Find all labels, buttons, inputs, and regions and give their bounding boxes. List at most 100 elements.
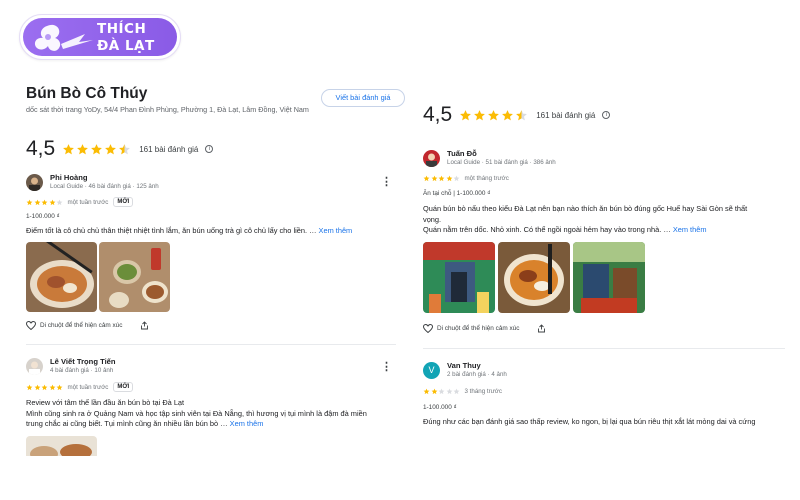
review-stars	[26, 199, 64, 206]
review-actions: Di chuột để thể hiện cảm xúc	[26, 321, 149, 330]
review-stars	[423, 175, 461, 182]
star-icon	[474, 109, 486, 120]
see-more-link[interactable]: Xem thêm	[230, 419, 264, 428]
share-icon[interactable]	[537, 324, 546, 333]
logo-line1: THÍCH	[97, 21, 147, 37]
star-icon	[460, 109, 472, 120]
price-range: 1-100.000 ₫	[423, 404, 457, 411]
rating-value: 4,5	[423, 103, 453, 126]
reviewer-name[interactable]: Van Thuy	[447, 361, 481, 370]
review-actions: Di chuột để thể hiện cảm xúc	[423, 324, 546, 333]
star-icon	[26, 199, 33, 205]
react-hint: Di chuột để thể hiện cảm xúc	[437, 325, 520, 332]
review-text-line: Review với tâm thế lần đầu ăn bún bò tại…	[26, 398, 185, 407]
avatar[interactable]	[26, 174, 43, 191]
review-count-link[interactable]: 161 bài đánh giá	[536, 111, 595, 120]
new-badge: MỚI	[113, 197, 134, 207]
heart-icon[interactable]	[26, 321, 36, 330]
rating-stars	[459, 109, 529, 122]
star-icon	[516, 109, 528, 120]
review-text-line: Mình cũng sinh ra ở Quảng Nam và học tập…	[26, 408, 367, 418]
star-icon	[446, 175, 452, 182]
review-text-body: Điểm tốt là cô chủ chủ thân thiệt nhiệt …	[26, 226, 317, 235]
reviewer-name[interactable]: Lê Viết Trọng Tiến	[50, 357, 116, 366]
star-icon	[63, 143, 75, 154]
review-photo[interactable]	[573, 242, 645, 313]
more-options-icon[interactable]: ⋮	[381, 362, 392, 373]
review-count-link[interactable]: 161 bài đánh giá	[139, 145, 198, 154]
review-stars	[423, 388, 461, 395]
avatar[interactable]	[26, 358, 43, 375]
reviewer-name[interactable]: Phi Hoàng	[50, 173, 88, 182]
heart-icon[interactable]	[423, 324, 433, 333]
star-icon	[423, 388, 430, 395]
star-icon	[431, 388, 437, 395]
logo: THÍCH ĐÀ LẠT	[19, 14, 181, 60]
divider	[26, 344, 396, 345]
review-rating-row: 3 tháng trước	[423, 388, 502, 395]
star-icon	[56, 384, 63, 390]
review-text-body: Quán nằm trên dốc. Nhỏ xinh. Có thể ngồi…	[423, 225, 671, 234]
logo-badge: THÍCH ĐÀ LẠT	[23, 18, 177, 56]
review-stars	[26, 384, 64, 391]
rating-summary-right: 4,5 161 bài đánh giá i	[423, 103, 611, 127]
review-tags: Ăn tại chỗ | 1-100.000 ₫	[423, 190, 491, 197]
info-icon[interactable]: i	[602, 111, 611, 119]
review-text-line: trung chắc ai cũng biết. Tụi mình cũng ă…	[26, 419, 406, 430]
info-icon[interactable]: i	[205, 145, 214, 153]
star-icon	[423, 175, 430, 182]
review-text-line: Quán bún bò nấu theo kiểu Đà Lạt nên bạn…	[423, 204, 748, 213]
review-text-line: Quán nằm trên dốc. Nhỏ xinh. Có thể ngồi…	[423, 225, 788, 236]
star-icon	[26, 384, 33, 390]
flower-icon	[34, 24, 93, 51]
rating-summary-left: 4,5 161 bài đánh giá i	[26, 137, 214, 161]
review-photo[interactable]	[26, 436, 97, 456]
review-photo[interactable]	[99, 242, 170, 312]
star-icon	[453, 175, 460, 182]
review-card: V Van Thuy 2 bài đánh giá · 4 ảnh	[423, 361, 783, 382]
see-more-link[interactable]: Xem thêm	[319, 226, 353, 235]
more-options-icon[interactable]: ⋮	[381, 177, 392, 188]
star-icon	[34, 199, 40, 205]
rating-value: 4,5	[26, 137, 56, 160]
review-time: một tháng trước	[464, 175, 509, 182]
review-rating-row: một tháng trước	[423, 175, 509, 182]
review-time: một tuần trước	[67, 198, 109, 206]
avatar[interactable]: V	[423, 362, 440, 379]
star-icon	[488, 109, 500, 120]
star-icon	[438, 175, 445, 182]
see-more-link[interactable]: Xem thêm	[673, 225, 707, 234]
star-icon	[502, 109, 514, 120]
page: THÍCH ĐÀ LẠT Bún Bò Cô Thúy dốc sát thời…	[0, 0, 800, 500]
star-icon	[41, 384, 48, 390]
review-text-line: vọng.	[423, 214, 442, 224]
review-time: một tuần trước	[67, 383, 109, 391]
review-photo[interactable]	[26, 242, 97, 312]
logo-text: THÍCH ĐÀ LẠT	[97, 21, 155, 55]
star-icon	[49, 199, 55, 205]
star-icon	[431, 175, 437, 182]
review-rating-row: một tuần trước MỚI	[26, 382, 134, 392]
star-icon	[453, 388, 460, 395]
review-photo[interactable]	[498, 242, 570, 313]
review-rating-row: một tuần trước MỚI	[26, 197, 134, 207]
place-title: Bún Bò Cô Thúy	[26, 85, 148, 102]
rating-stars	[62, 143, 132, 156]
share-icon[interactable]	[140, 321, 149, 330]
star-icon	[34, 384, 40, 390]
star-icon	[56, 199, 63, 205]
react-hint: Di chuột để thể hiện cảm xúc	[40, 322, 123, 329]
avatar[interactable]	[423, 150, 440, 167]
star-icon	[105, 143, 117, 154]
review-text: Điểm tốt là cô chủ chủ thân thiệt nhiệt …	[26, 226, 396, 237]
write-review-button[interactable]: Viết bài đánh giá	[321, 89, 405, 107]
reviewer-meta: Local Guide · 51 bài đánh giá · 386 ảnh	[447, 159, 556, 166]
star-icon	[77, 143, 89, 154]
star-icon	[41, 199, 48, 205]
review-photo[interactable]	[423, 242, 495, 313]
reviewer-name[interactable]: Tuấn Đỗ	[447, 149, 477, 158]
star-icon	[49, 384, 55, 390]
review-text: Quán bún bò nấu theo kiểu Đà Lạt nên bạn…	[423, 204, 788, 236]
place-address: dốc sát thời trang YoDy, 54/4 Phan Đình …	[26, 105, 309, 114]
logo-line2: ĐÀ LẠT	[97, 38, 155, 54]
